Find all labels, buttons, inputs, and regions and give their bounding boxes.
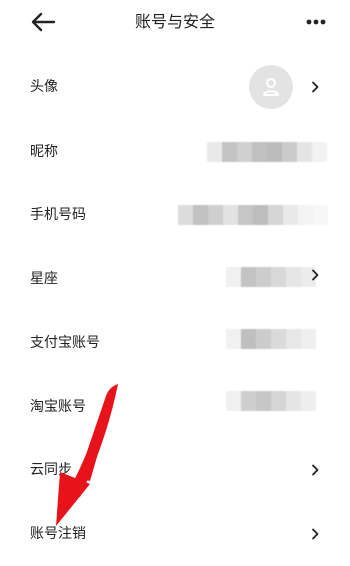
top-bar: 账号与安全 [0,0,350,44]
settings-row-account-deletion[interactable]: 账号注销 [0,502,350,566]
row-label: 支付宝账号 [30,335,100,351]
row-label: 昵称 [30,144,58,160]
redacted-value [226,329,316,349]
settings-row-cloud-sync[interactable]: 云同步 [0,438,350,502]
redacted-value [226,391,316,411]
page-title: 账号与安全 [134,12,215,31]
settings-row-alipay[interactable]: 支付宝账号 [0,311,350,375]
row-label: 淘宝账号 [30,399,86,415]
row-label: 手机号码 [30,207,86,223]
more-button[interactable] [305,11,327,33]
row-label: 云同步 [30,462,72,478]
chevron-right-icon [312,528,319,540]
row-label: 账号注销 [30,526,86,542]
settings-row-phone[interactable]: 手机号码 [0,183,350,247]
settings-row-avatar[interactable]: 头像 [0,55,350,119]
chevron-right-icon [312,81,319,93]
row-label: 星座 [30,271,58,287]
chevron-right-icon [312,464,319,476]
redacted-value [226,267,316,287]
more-dots-icon [306,19,326,25]
row-label: 头像 [30,79,58,95]
settings-row-nickname[interactable]: 昵称 [0,120,350,184]
settings-row-taobao[interactable]: 淘宝账号 [0,375,350,439]
user-icon [263,78,279,96]
chevron-right-icon [312,269,319,281]
redacted-value [207,142,327,162]
settings-row-zodiac[interactable]: 星座 [0,247,350,311]
redacted-value [178,205,328,225]
avatar [249,65,293,109]
